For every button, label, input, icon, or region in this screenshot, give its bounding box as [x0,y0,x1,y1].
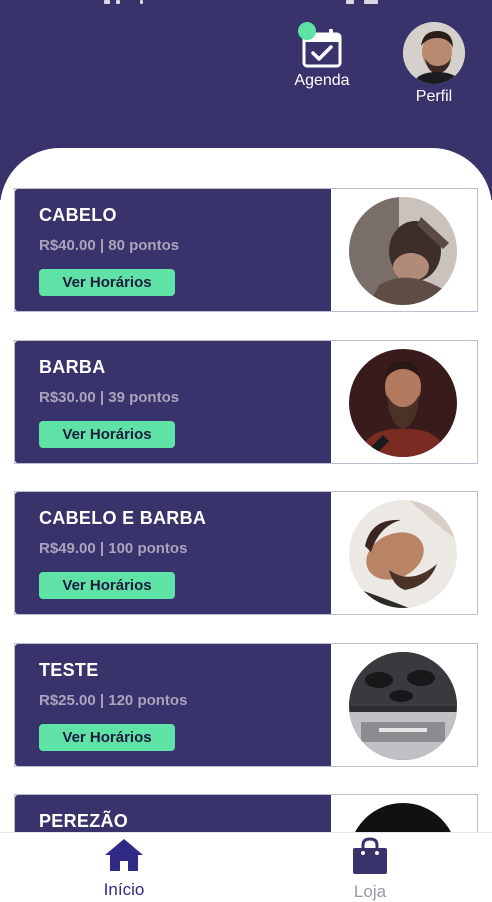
service-name: CABELO [39,205,117,225]
view-schedule-button[interactable]: Ver Horários [39,269,175,296]
service-card-cabelo: CABELO R$40.00 | 80 pontos Ver Horários [14,188,478,312]
profile-label: Perfil [415,88,453,105]
service-card-perezao: PEREZÃO [14,794,478,832]
service-price: R$40.00 | 80 pontos [39,237,180,254]
nav-loja-label: Loja [353,882,387,901]
nav-loja[interactable]: Loja [320,837,420,902]
home-icon [105,839,143,871]
view-schedule-button[interactable]: Ver Horários [39,572,175,599]
service-card-barba: BARBA R$30.00 | 39 pontos Ver Horários [14,340,478,464]
services-list: CABELO R$40.00 | 80 pontos Ver Horários … [0,148,492,832]
agenda-button[interactable]: Agenda [292,22,352,90]
nav-inicio-label: Início [103,880,145,899]
bottom-navigation: Início Loja [0,832,492,901]
service-card-teste: TESTE R$25.00 | 120 pontos Ver Horários [14,643,478,767]
service-name: BARBA [39,357,106,377]
nav-inicio[interactable]: Início [74,837,174,900]
notification-dot [298,22,316,40]
service-price: R$25.00 | 120 pontos [39,692,188,709]
service-image [349,652,457,760]
service-image [349,803,457,832]
service-name: CABELO E BARBA [39,508,207,528]
service-image [349,349,457,457]
shopping-bag-icon [353,837,387,874]
service-name: PEREZÃO [39,811,129,831]
service-name: TESTE [39,660,99,680]
service-price: R$49.00 | 100 pontos [39,540,188,557]
profile-button[interactable]: Perfil [400,22,468,106]
agenda-label: Agenda [294,72,350,89]
status-bar [0,0,492,6]
service-image [349,500,457,608]
view-schedule-button[interactable]: Ver Horários [39,421,175,448]
avatar [403,22,465,84]
service-card-cabelo-e-barba: CABELO E BARBA R$49.00 | 100 pontos Ver … [14,491,478,615]
view-schedule-button[interactable]: Ver Horários [39,724,175,751]
service-price: R$30.00 | 39 pontos [39,389,180,406]
service-image [349,197,457,305]
